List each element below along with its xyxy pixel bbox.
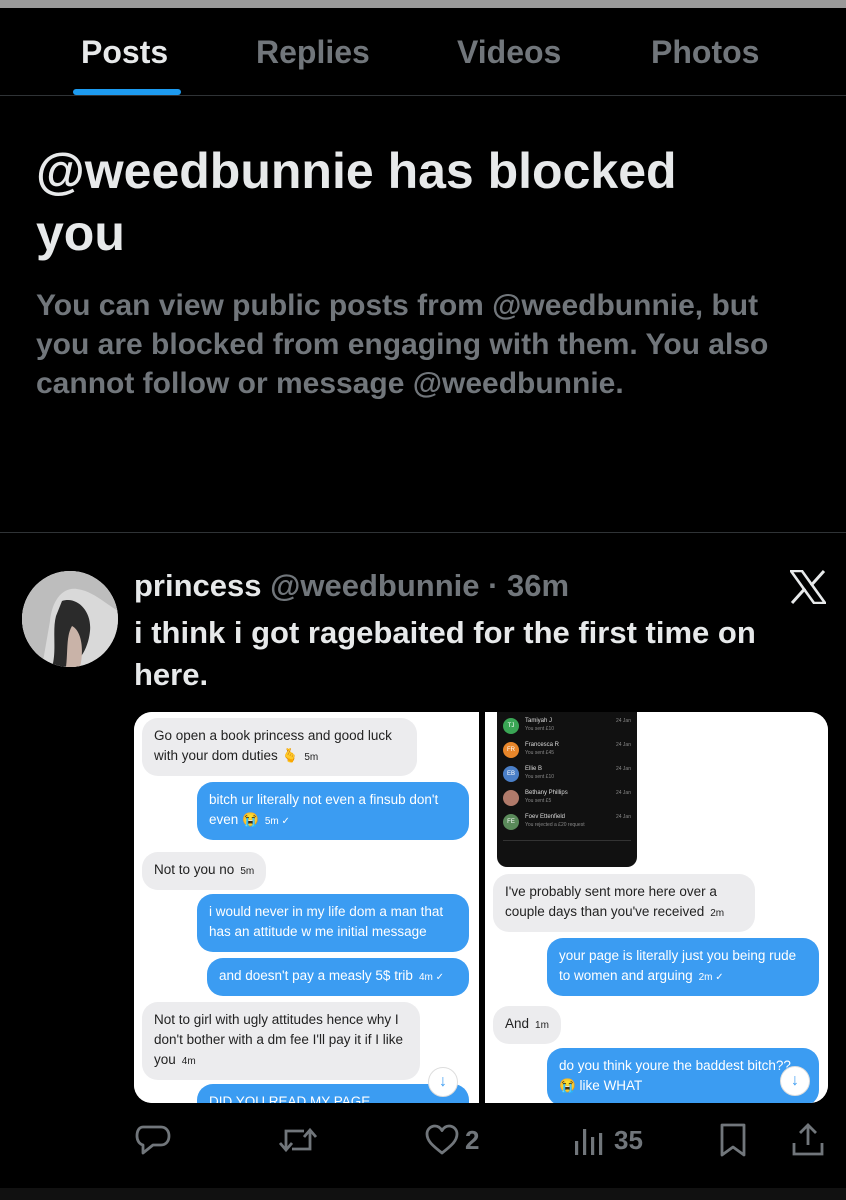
payment-app-screenshot: TJ Tamiyah J You sent £10 24 Jan FR Fran… xyxy=(497,712,637,867)
tweet-actions: 2 35 xyxy=(0,1118,846,1168)
list-item: Bethany Phillips You sent £5 24 Jan xyxy=(503,788,631,808)
list-item: FE Foev Ettenfield You rejected a £20 re… xyxy=(503,812,631,832)
list-item: FR Francesca R You sent £45 24 Jan xyxy=(503,740,631,760)
tweet-text: i think i got ragebaited for the first t… xyxy=(134,615,756,692)
views-icon xyxy=(575,1129,603,1155)
chat-bubble: I've probably sent more here over a coup… xyxy=(493,874,755,932)
display-name[interactable]: princess xyxy=(134,568,262,603)
media-image-left[interactable]: Go open a book princess and good luck wi… xyxy=(134,712,479,1103)
phone-bottom-nav xyxy=(503,840,631,860)
chat-bubble: Not to you no 5m xyxy=(142,852,267,890)
tab-videos[interactable]: Videos xyxy=(457,34,561,71)
tweet-meta[interactable]: @weedbunnie · 36m xyxy=(270,568,569,603)
tweet-media[interactable]: Go open a book princess and good luck wi… xyxy=(134,712,828,1103)
reply-icon[interactable] xyxy=(135,1118,171,1162)
tab-posts[interactable]: Posts xyxy=(81,34,168,71)
blocked-notice: @weedbunnie has blocked you You can view… xyxy=(36,140,826,403)
next-post-edge xyxy=(0,1188,846,1200)
chat-bubble: your page is literally just you being ru… xyxy=(547,938,819,996)
views-count: 35 xyxy=(614,1124,643,1155)
blocked-title: @weedbunnie has blocked you xyxy=(36,143,677,261)
profile-tabs: Posts Replies Videos Photos xyxy=(0,8,846,96)
blocked-description: You can view public posts from @weedbunn… xyxy=(36,289,769,400)
chat-bubble: Not to girl with ugly attitudes hence wh… xyxy=(142,1002,420,1080)
tab-photos[interactable]: Photos xyxy=(651,34,759,71)
chat-bubble: Go open a book princess and good luck wi… xyxy=(142,718,417,776)
bookmark-icon[interactable] xyxy=(718,1118,748,1162)
tab-replies[interactable]: Replies xyxy=(256,34,370,71)
heart-icon xyxy=(425,1124,459,1155)
scroll-down-icon[interactable]: ↓ xyxy=(428,1067,458,1097)
x-logo-icon xyxy=(788,569,828,605)
chat-bubble: And 1m xyxy=(493,1006,561,1044)
section-divider xyxy=(0,532,846,533)
views-button[interactable]: 35 xyxy=(572,1118,643,1162)
tweet-header: princess @weedbunnie · 36m xyxy=(134,566,569,606)
top-edge-bar xyxy=(0,0,846,8)
chat-bubble: bitch ur literally not even a finsub don… xyxy=(197,782,469,840)
media-image-right[interactable]: TJ Tamiyah J You sent £10 24 Jan FR Fran… xyxy=(485,712,828,1103)
active-tab-indicator xyxy=(73,89,181,95)
chat-bubble: and doesn't pay a measly 5$ trib 4m ✓ xyxy=(207,958,469,996)
like-button[interactable]: 2 xyxy=(425,1118,479,1162)
like-count: 2 xyxy=(465,1124,480,1155)
chat-bubble: do you think youre the baddest bitch?? 😭… xyxy=(547,1048,819,1103)
share-icon[interactable] xyxy=(791,1118,825,1162)
list-item: TJ Tamiyah J You sent £10 24 Jan xyxy=(503,716,631,736)
avatar[interactable] xyxy=(22,571,118,667)
scroll-down-icon[interactable]: ↓ xyxy=(780,1066,810,1096)
chat-bubble: i would never in my life dom a man that … xyxy=(197,894,469,952)
list-item: EB Ellie B You sent £10 24 Jan xyxy=(503,764,631,784)
retweet-icon[interactable] xyxy=(278,1118,318,1162)
